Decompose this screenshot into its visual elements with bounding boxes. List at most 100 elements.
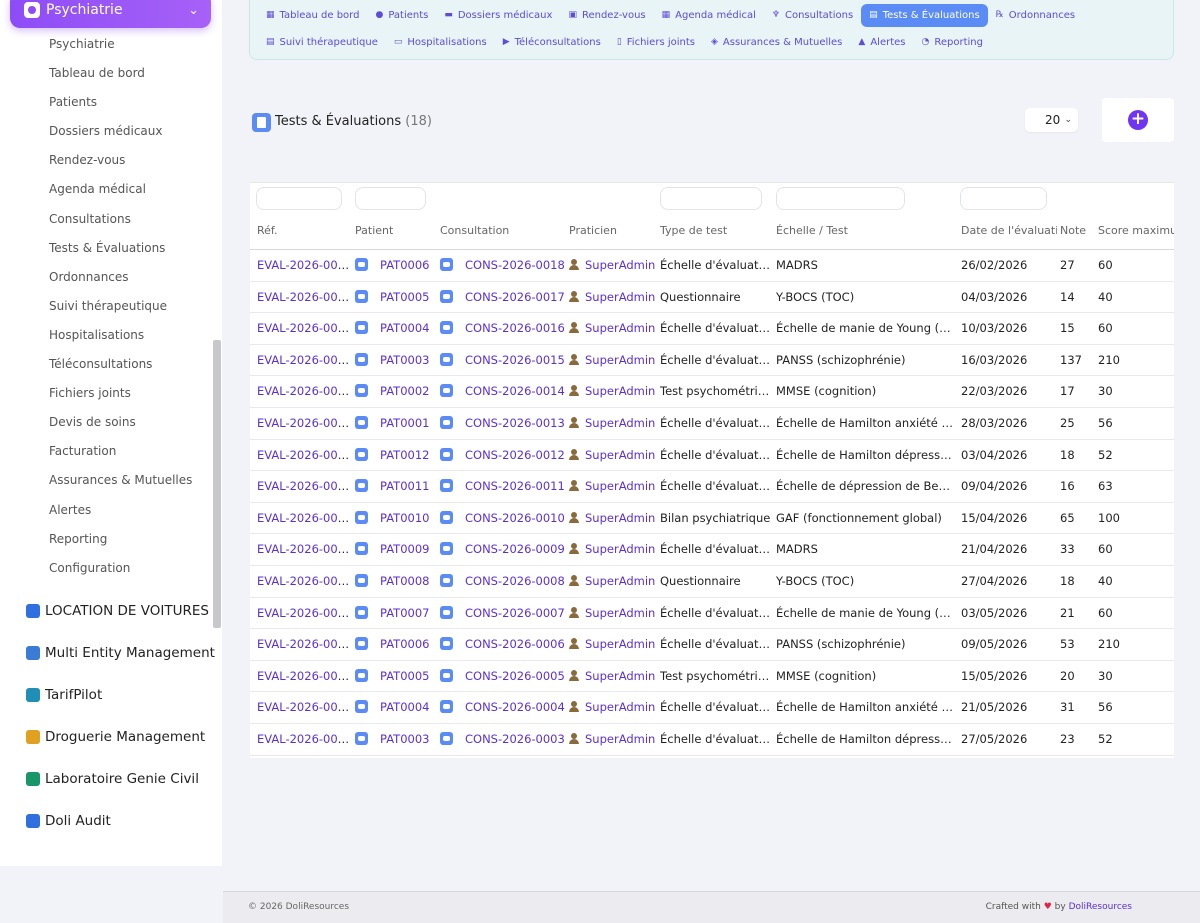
sidebar-subitem[interactable]: Psychiatrie (0, 30, 222, 59)
patient-link[interactable]: PAT0001 (380, 416, 429, 430)
column-header[interactable]: Type de test (660, 215, 772, 250)
sidebar-subitem[interactable]: Suivi thérapeutique (0, 292, 222, 321)
nav-tab[interactable]: ▯ Fichiers joints (609, 31, 703, 54)
patient-link[interactable]: PAT0002 (380, 384, 429, 398)
evaluation-ref-link[interactable]: EVAL-2026-0014 (257, 384, 352, 398)
consultation-link[interactable]: CONS-2026-0016 (465, 321, 565, 335)
sidebar-subitem[interactable]: Agenda médical (0, 175, 222, 204)
practitioner-link[interactable]: SuperAdmin (585, 479, 655, 493)
sidebar-module-psychiatrie[interactable]: Psychiatrie ⌄ (10, 0, 211, 28)
practitioner-link[interactable]: SuperAdmin (585, 448, 655, 462)
patient-link[interactable]: PAT0004 (380, 321, 429, 335)
practitioner-link[interactable]: SuperAdmin (585, 542, 655, 556)
practitioner-link[interactable]: SuperAdmin (585, 700, 655, 714)
sidebar-module-item[interactable]: TarifPilot (0, 674, 222, 716)
sidebar-subitem[interactable]: Facturation (0, 437, 222, 466)
nav-tab[interactable]: ▬ Dossiers médicaux (436, 4, 560, 27)
patient-link[interactable]: PAT0007 (380, 606, 429, 620)
footer-brand-link[interactable]: DoliResources (1069, 902, 1132, 912)
consultation-link[interactable]: CONS-2026-0010 (465, 511, 565, 525)
nav-tab[interactable]: ▭ Hospitalisations (386, 31, 495, 54)
evaluation-ref-link[interactable]: EVAL-2026-0012 (257, 448, 352, 462)
column-header[interactable]: Consultation (440, 215, 565, 250)
consultation-link[interactable]: CONS-2026-0005 (465, 669, 565, 683)
sidebar-subitem[interactable]: Fichiers joints (0, 379, 222, 408)
nav-tab[interactable]: ● Patients (367, 4, 436, 27)
sidebar-subitem[interactable]: Tests & Évaluations (0, 234, 222, 263)
nav-tab[interactable]: ℞ Ordonnances (988, 4, 1083, 27)
sidebar-scrollbar[interactable] (213, 340, 221, 628)
evaluation-ref-link[interactable]: EVAL-2026-0018 (257, 258, 352, 272)
practitioner-link[interactable]: SuperAdmin (585, 321, 655, 335)
consultation-link[interactable]: CONS-2026-0009 (465, 542, 565, 556)
evaluation-ref-link[interactable]: EVAL-2026-0011 (257, 479, 352, 493)
sidebar-module-item[interactable]: Laboratoire Genie Civil (0, 758, 222, 800)
patient-link[interactable]: PAT0003 (380, 353, 429, 367)
column-header[interactable]: Score maximum (1098, 215, 1174, 250)
nav-tab[interactable]: ▦ Tableau de bord (258, 4, 367, 27)
consultation-link[interactable]: CONS-2026-0007 (465, 606, 565, 620)
sidebar-subitem[interactable]: Téléconsultations (0, 350, 222, 379)
consultation-link[interactable]: CONS-2026-0008 (465, 574, 565, 588)
evaluation-ref-link[interactable]: EVAL-2026-0007 (257, 606, 352, 620)
nav-tab[interactable]: ▦ Agenda médical (654, 4, 764, 27)
patient-link[interactable]: PAT0011 (380, 479, 429, 493)
sidebar-module-item[interactable]: Multi Entity Management (0, 632, 222, 674)
practitioner-link[interactable]: SuperAdmin (585, 732, 655, 746)
sidebar-subitem[interactable]: Consultations (0, 205, 222, 234)
patient-link[interactable]: PAT0006 (380, 637, 429, 651)
column-header[interactable]: Patient (355, 215, 437, 250)
evaluation-ref-link[interactable]: EVAL-2026-0015 (257, 353, 352, 367)
consultation-link[interactable]: CONS-2026-0017 (465, 290, 565, 304)
sidebar-subitem[interactable]: Hospitalisations (0, 321, 222, 350)
sidebar-subitem[interactable]: Tableau de bord (0, 59, 222, 88)
evaluation-ref-link[interactable]: EVAL-2026-0010 (257, 511, 352, 525)
patient-link[interactable]: PAT0005 (380, 669, 429, 683)
consultation-link[interactable]: CONS-2026-0012 (465, 448, 565, 462)
sidebar-subitem[interactable]: Ordonnances (0, 263, 222, 292)
chevron-down-icon[interactable]: ⌄ (188, 3, 199, 18)
nav-tab[interactable]: ▣ Rendez-vous (560, 4, 653, 27)
practitioner-link[interactable]: SuperAdmin (585, 384, 655, 398)
practitioner-link[interactable]: SuperAdmin (585, 669, 655, 683)
sidebar-module-item[interactable]: LOCATION DE VOITURES (0, 590, 222, 632)
patient-link[interactable]: PAT0003 (380, 732, 429, 746)
practitioner-link[interactable]: SuperAdmin (585, 637, 655, 651)
consultation-link[interactable]: CONS-2026-0011 (465, 479, 565, 493)
consultation-link[interactable]: CONS-2026-0013 (465, 416, 565, 430)
consultation-link[interactable]: CONS-2026-0014 (465, 384, 565, 398)
column-header[interactable]: Échelle / Test (776, 215, 954, 250)
sidebar-subitem[interactable]: Devis de soins (0, 408, 222, 437)
evaluation-ref-link[interactable]: EVAL-2026-0017 (257, 290, 352, 304)
sidebar-subitem[interactable]: Reporting (0, 525, 222, 554)
nav-tab[interactable]: ▶ Téléconsultations (495, 31, 609, 54)
filter-date-input[interactable] (960, 187, 1047, 210)
per-page-select[interactable]: 20 ⌄ (1025, 108, 1078, 132)
sidebar-subitem[interactable]: Patients (0, 88, 222, 117)
patient-link[interactable]: PAT0005 (380, 290, 429, 304)
add-evaluation-button[interactable]: + (1128, 110, 1148, 130)
nav-tab[interactable]: ▤ Tests & Évaluations (861, 4, 988, 27)
sidebar-subitem[interactable]: Configuration (0, 554, 222, 583)
sidebar-subitem[interactable]: Alertes (0, 496, 222, 525)
evaluation-ref-link[interactable]: EVAL-2026-0005 (257, 669, 352, 683)
nav-tab[interactable]: ▤ Suivi thérapeutique (258, 31, 386, 54)
consultation-link[interactable]: CONS-2026-0018 (465, 258, 565, 272)
column-header[interactable]: Date de l'évaluation (961, 215, 1057, 250)
filter-scale-input[interactable] (776, 187, 905, 210)
evaluation-ref-link[interactable]: EVAL-2026-0008 (257, 574, 352, 588)
sidebar-subitem[interactable]: Assurances & Mutuelles (0, 466, 222, 495)
practitioner-link[interactable]: SuperAdmin (585, 606, 655, 620)
filter-type-input[interactable] (660, 187, 762, 210)
patient-link[interactable]: PAT0004 (380, 700, 429, 714)
evaluation-ref-link[interactable]: EVAL-2026-0009 (257, 542, 352, 556)
column-header[interactable]: Note (1060, 215, 1096, 250)
patient-link[interactable]: PAT0012 (380, 448, 429, 462)
filter-ref-input[interactable] (256, 187, 342, 210)
nav-tab[interactable]: ◔ Reporting (914, 31, 991, 54)
consultation-link[interactable]: CONS-2026-0004 (465, 700, 565, 714)
evaluation-ref-link[interactable]: EVAL-2026-0003 (257, 732, 352, 746)
sidebar-subitem[interactable]: Rendez-vous (0, 146, 222, 175)
consultation-link[interactable]: CONS-2026-0003 (465, 732, 565, 746)
practitioner-link[interactable]: SuperAdmin (585, 290, 655, 304)
